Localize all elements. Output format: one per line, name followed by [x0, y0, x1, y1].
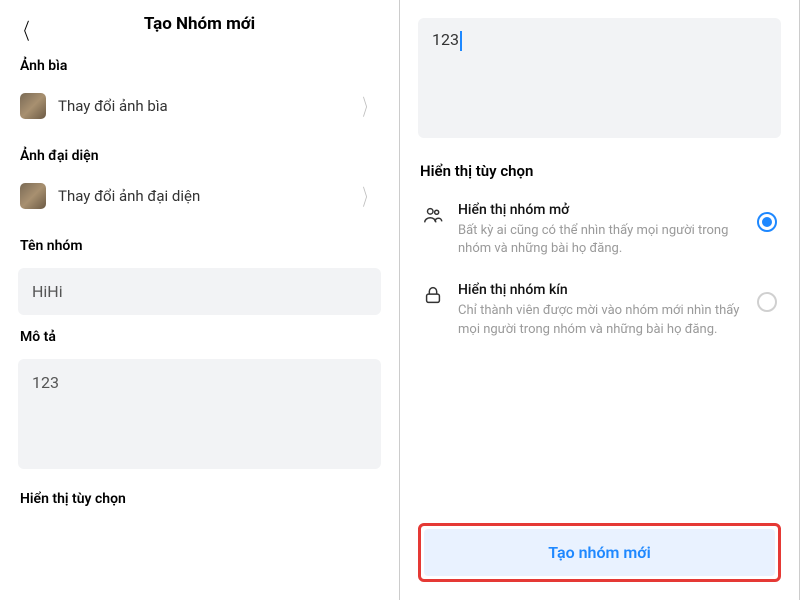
cover-label: Ảnh bìa: [0, 44, 399, 82]
display-label-left: Hiển thị tùy chọn: [0, 469, 399, 515]
right-pane: 123 Hiển thị tùy chọn Hiển thị nhóm mở B…: [400, 0, 800, 600]
create-button-highlight: Tạo nhóm mới: [418, 523, 781, 582]
cover-action-text: Thay đổi ảnh bìa: [58, 97, 345, 115]
back-icon[interactable]: 〈: [16, 14, 29, 46]
desc-label: Mô tả: [0, 315, 399, 353]
group-open-icon: [422, 204, 444, 226]
avatar-action-text: Thay đổi ảnh đại diện: [58, 187, 345, 205]
avatar-label: Ảnh đại diện: [0, 134, 399, 172]
cover-thumb-icon: [20, 93, 46, 119]
name-label: Tên nhóm: [0, 224, 399, 262]
option-closed[interactable]: Hiển thị nhóm kín Chỉ thành viên được mờ…: [400, 268, 799, 348]
option-closed-sub: Chỉ thành viên được mời vào nhóm mới nhì…: [458, 302, 743, 338]
name-input[interactable]: HiHi: [18, 268, 381, 315]
option-open[interactable]: Hiển thị nhóm mở Bất kỳ ai cũng có thể n…: [400, 188, 799, 268]
desc-value: 123: [32, 373, 59, 392]
option-open-body: Hiển thị nhóm mở Bất kỳ ai cũng có thể n…: [458, 202, 743, 258]
display-label-right: Hiển thị tùy chọn: [400, 138, 799, 188]
desc-input[interactable]: 123: [18, 359, 381, 469]
create-button[interactable]: Tạo nhóm mới: [424, 529, 775, 576]
option-open-sub: Bất kỳ ai cũng có thể nhìn thấy mọi ngườ…: [458, 222, 743, 258]
chevron-right-icon: 〉: [362, 180, 373, 212]
cover-row[interactable]: Thay đổi ảnh bìa 〉: [0, 82, 399, 134]
option-open-title: Hiển thị nhóm mở: [458, 202, 743, 218]
name-value: HiHi: [32, 282, 63, 301]
desc-input-right[interactable]: 123: [418, 18, 781, 138]
left-pane: 〈 Tạo Nhóm mới Ảnh bìa Thay đổi ảnh bìa …: [0, 0, 400, 600]
text-cursor-icon: [460, 31, 462, 51]
radio-closed[interactable]: [757, 292, 777, 312]
page-title: Tạo Nhóm mới: [16, 14, 383, 34]
radio-open[interactable]: [757, 212, 777, 232]
desc-value-right: 123: [432, 30, 459, 49]
option-closed-body: Hiển thị nhóm kín Chỉ thành viên được mờ…: [458, 282, 743, 338]
lock-icon: [422, 284, 444, 306]
header: 〈 Tạo Nhóm mới: [0, 0, 399, 44]
avatar-row[interactable]: Thay đổi ảnh đại diện 〉: [0, 172, 399, 224]
avatar-thumb-icon: [20, 183, 46, 209]
option-closed-title: Hiển thị nhóm kín: [458, 282, 743, 298]
chevron-right-icon: 〉: [362, 90, 373, 122]
